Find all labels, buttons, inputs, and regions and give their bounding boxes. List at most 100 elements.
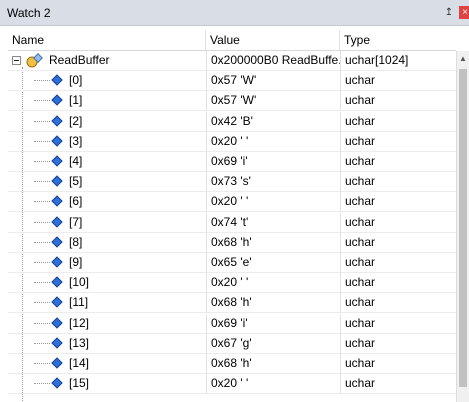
tree-row[interactable]: [14] 0x68 'h' uchar (8, 354, 456, 374)
item-name: [11] (69, 295, 89, 310)
item-value[interactable]: 0x68 'h' (206, 354, 340, 374)
vertical-scrollbar[interactable]: ▲ (456, 51, 469, 402)
root-variable-name: ReadBuffer (49, 53, 110, 67)
tree-row[interactable]: [10] 0x20 ' ' uchar (8, 273, 456, 294)
item-type: uchar (340, 273, 456, 294)
item-name: [6] (69, 194, 83, 209)
tree-branch-line (34, 363, 50, 364)
tree-row[interactable]: [5] 0x73 's' uchar (8, 172, 456, 193)
window-title: Watch 2 (7, 6, 51, 20)
variable-icon (51, 94, 63, 107)
item-name: [1] (69, 93, 83, 108)
variable-icon (51, 215, 63, 228)
tree-branch-line (34, 342, 50, 344)
variable-icon (51, 357, 63, 369)
tree-row[interactable]: [7] 0x74 't' uchar (8, 212, 456, 233)
item-name: [2] (69, 113, 83, 128)
item-value[interactable]: 0x73 's' (206, 172, 340, 193)
tree-branch-line (34, 100, 50, 102)
tree-branch-line (34, 161, 50, 162)
item-name-cell: [3] (8, 132, 206, 152)
item-name-cell: [2] (8, 112, 206, 132)
item-name: [12] (69, 315, 90, 330)
variable-icon (51, 155, 63, 167)
item-type: uchar (340, 293, 456, 314)
item-type: uchar (340, 333, 456, 354)
item-value[interactable]: 0x74 't' (206, 212, 340, 233)
variable-icon (51, 74, 63, 86)
item-value[interactable]: 0x67 'g' (206, 333, 340, 354)
collapse-icon[interactable] (12, 56, 21, 65)
variable-icon (51, 195, 63, 208)
item-name: [10] (69, 275, 90, 290)
tree-branch-line (34, 181, 50, 183)
tree-branch-line (34, 140, 50, 142)
item-value[interactable]: 0x57 'W' (206, 91, 340, 112)
item-name-cell: [5] (8, 172, 206, 192)
item-name: [15] (69, 376, 90, 391)
pin-icon[interactable]: ↥ (443, 6, 455, 19)
item-value[interactable]: 0x20 ' ' (206, 192, 340, 213)
tree-row[interactable]: [15] 0x20 ' ' uchar (8, 374, 456, 395)
tree-row[interactable]: [3] 0x20 ' ' uchar (8, 131, 456, 152)
tree-row[interactable]: [2] 0x42 'B' uchar (8, 111, 456, 132)
item-name-cell: [0] (8, 71, 206, 91)
item-value[interactable]: 0x20 ' ' (206, 273, 340, 294)
item-name-cell: [10] (8, 273, 206, 293)
item-value[interactable]: 0x20 ' ' (206, 131, 340, 152)
item-name-cell: [4] (8, 152, 206, 172)
item-type: uchar (340, 172, 456, 193)
column-header-value[interactable]: Value (206, 30, 340, 50)
tree-branch-line (34, 322, 50, 324)
item-value[interactable]: 0x68 'h' (206, 232, 340, 253)
variable-icon (51, 377, 63, 389)
structure-icon (26, 53, 43, 68)
item-name: [13] (69, 335, 90, 350)
column-header-name[interactable]: Name (8, 30, 206, 50)
item-type: uchar (340, 374, 456, 395)
item-value[interactable]: 0x65 'e' (206, 253, 340, 273)
tree-branch-line (34, 282, 50, 284)
tree-row[interactable]: [13] 0x67 'g' uchar (8, 333, 456, 354)
tree-row[interactable]: [1] 0x57 'W' uchar (8, 91, 456, 112)
tree-row[interactable]: [8] 0x68 'h' uchar (8, 232, 456, 253)
variable-icon (51, 114, 63, 127)
variable-icon (51, 175, 63, 187)
tree-row[interactable]: [12] 0x69 'i' uchar (8, 313, 456, 334)
item-value[interactable]: 0x68 'h' (206, 293, 340, 314)
item-value[interactable]: 0x57 'W' (206, 71, 340, 92)
item-value[interactable]: 0x69 'i' (206, 152, 340, 172)
tree-branch-line (34, 201, 50, 203)
item-type: uchar (340, 232, 456, 253)
scroll-thumb[interactable] (459, 69, 467, 387)
item-value[interactable]: 0x42 'B' (206, 111, 340, 132)
item-type: uchar (340, 253, 456, 273)
tree-row[interactable]: [9] 0x65 'e' uchar (8, 253, 456, 273)
tree-row[interactable]: [11] 0x68 'h' uchar (8, 293, 456, 314)
item-value[interactable]: 0x69 'i' (206, 313, 340, 334)
title-bar: Watch 2 ↥ × (0, 0, 469, 26)
item-name-cell: [1] (8, 91, 206, 111)
tree-branch-line (34, 80, 50, 82)
item-name: [3] (69, 133, 83, 148)
tree-row[interactable]: [4] 0x69 'i' uchar (8, 152, 456, 172)
item-name-cell: [11] (8, 293, 206, 313)
variable-icon (51, 236, 63, 248)
item-name-cell: [7] (8, 213, 206, 233)
tree-row[interactable]: [6] 0x20 ' ' uchar (8, 192, 456, 213)
tree-row-root[interactable]: ReadBuffer 0x200000B0 ReadBuffe... uchar… (8, 51, 456, 71)
tree-branch-line (34, 221, 50, 223)
variable-icon (51, 316, 63, 329)
scroll-up-icon[interactable]: ▲ (457, 54, 469, 64)
column-header-type[interactable]: Type (340, 30, 456, 50)
tree-row[interactable]: [0] 0x57 'W' uchar (8, 71, 456, 92)
item-type: uchar (340, 152, 456, 172)
item-name: [8] (69, 234, 83, 249)
close-icon[interactable]: × (459, 6, 469, 19)
root-value[interactable]: 0x200000B0 ReadBuffe... (206, 51, 340, 71)
watch-tree: ReadBuffer 0x200000B0 ReadBuffe... uchar… (8, 51, 456, 402)
item-type: uchar (340, 111, 456, 132)
item-type: uchar (340, 212, 456, 233)
item-value[interactable]: 0x20 ' ' (206, 374, 340, 395)
tree-branch-line (34, 262, 50, 263)
